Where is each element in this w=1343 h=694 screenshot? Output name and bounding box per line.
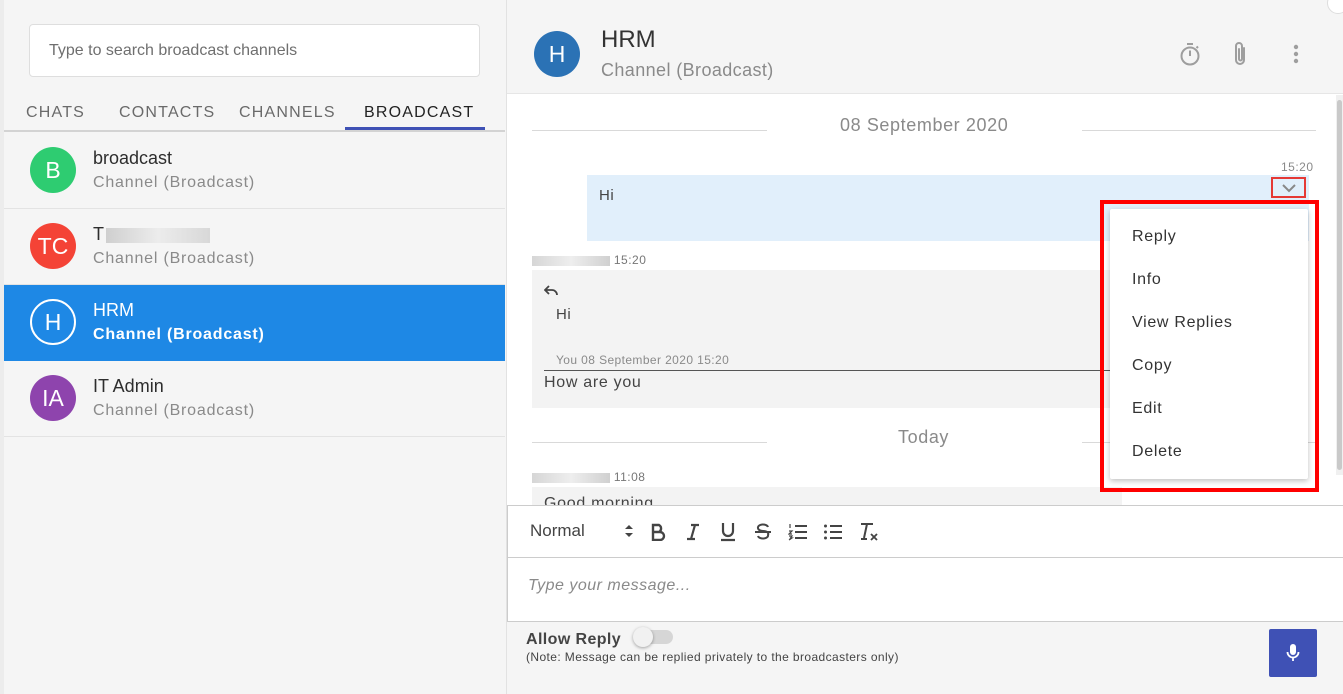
divider-line [1082,130,1316,131]
channel-type: Channel (Broadcast) [93,250,255,267]
close-icon[interactable] [1327,0,1343,14]
channel-name-text: T [93,224,104,244]
tab-bar: CHATS CONTACTS CHANNELS BROADCAST [4,96,505,132]
chat-header: H HRM Channel (Broadcast) [507,0,1343,94]
search-input[interactable] [49,41,479,60]
format-toolbar: Normal [508,506,1343,558]
tab-contacts[interactable]: CONTACTS [119,104,215,122]
footer-bar: Allow Reply (Note: Message can be replie… [507,622,1343,694]
menu-item-reply[interactable]: Reply [1132,228,1176,246]
reply-icon [543,284,558,302]
sender-line: 15:20 [532,253,646,267]
channel-sidebar: CHATS CONTACTS CHANNELS BROADCAST B broa… [0,0,507,694]
channel-type: Channel (Broadcast) [93,402,255,419]
allow-reply-label: Allow Reply [526,631,622,648]
message-input[interactable] [528,566,1318,606]
allow-reply-note: (Note: Message can be replied privately … [526,650,899,664]
mic-icon [1286,644,1300,661]
menu-item-edit[interactable]: Edit [1132,400,1162,418]
sender-line: 11:08 [532,470,645,484]
chat-subtitle: Channel (Broadcast) [601,60,774,80]
redacted-sender [532,255,610,266]
message-editor: Normal [507,505,1343,622]
format-select[interactable]: Normal [530,521,585,541]
search-box[interactable] [29,24,480,77]
channel-item-tc[interactable]: TC T Channel (Broadcast) [4,209,505,285]
more-vert-icon[interactable] [1282,40,1310,68]
menu-item-info[interactable]: Info [1132,271,1162,289]
toggle-knob [633,627,653,647]
divider-line [532,130,767,131]
message-options-button[interactable] [1271,177,1306,198]
message-text: Good morning [544,495,654,505]
channel-name: IT Admin [93,376,164,396]
sender-time: 11:08 [613,470,646,484]
bold-icon[interactable] [647,521,669,543]
message-text: How are you [544,374,642,391]
channel-name: T [93,224,210,245]
select-arrows-icon[interactable] [624,523,634,544]
chat-title: HRM [601,26,656,53]
date-label: 08 September 2020 [840,115,1009,135]
allow-reply-toggle[interactable] [633,627,673,647]
bullet-list-icon[interactable] [822,521,844,543]
menu-item-view-replies[interactable]: View Replies [1132,314,1233,332]
message-text: Hi [599,187,615,204]
mic-button[interactable] [1269,629,1317,677]
message-time: 15:20 [1281,160,1314,174]
date-divider: 08 September 2020 [532,115,1316,145]
italic-icon[interactable] [682,521,704,543]
timer-icon[interactable] [1176,40,1204,68]
strikethrough-icon[interactable] [752,521,774,543]
clear-format-icon[interactable] [858,521,880,543]
redacted-sender [532,472,610,483]
date-label: Today [898,427,950,447]
redacted-text [106,227,210,243]
channel-item-it-admin[interactable]: IA IT Admin Channel (Broadcast) [4,361,505,437]
chevron-down-icon [1281,183,1296,192]
channel-type: Channel (Broadcast) [93,326,265,343]
channel-name: HRM [93,300,134,320]
ordered-list-icon[interactable] [787,521,809,543]
incoming-message[interactable]: Hi You 08 September 2020 15:20 How are y… [532,270,1122,408]
quoted-text: Hi [556,306,572,323]
tab-broadcast[interactable]: BROADCAST [364,104,474,122]
sender-time: 15:20 [613,253,647,267]
channel-name: broadcast [93,148,173,168]
avatar: H [534,31,580,77]
channel-list: B broadcast Channel (Broadcast) TC T Cha… [4,133,505,437]
quoted-meta: You 08 September 2020 15:20 [556,353,730,367]
incoming-message[interactable]: Good morning [532,487,1122,505]
avatar: B [30,147,76,193]
underline-icon[interactable] [717,521,739,543]
divider-line [532,442,767,443]
menu-item-delete[interactable]: Delete [1132,443,1182,461]
scrollbar-thumb[interactable] [1337,100,1342,470]
avatar: H [30,299,76,345]
message-context-menu: Reply Info View Replies Copy Edit Delete [1110,209,1308,479]
channel-item-broadcast[interactable]: B broadcast Channel (Broadcast) [4,133,505,209]
channel-type: Channel (Broadcast) [93,174,255,191]
menu-item-copy[interactable]: Copy [1132,357,1172,375]
channel-item-hrm[interactable]: H HRM Channel (Broadcast) [4,285,505,361]
tab-channels[interactable]: CHANNELS [239,104,336,122]
tab-chats[interactable]: CHATS [26,104,85,122]
avatar: TC [30,223,76,269]
quote-separator [544,370,1122,371]
paperclip-icon[interactable] [1226,40,1254,68]
avatar: IA [30,375,76,421]
active-tab-indicator [345,127,485,130]
